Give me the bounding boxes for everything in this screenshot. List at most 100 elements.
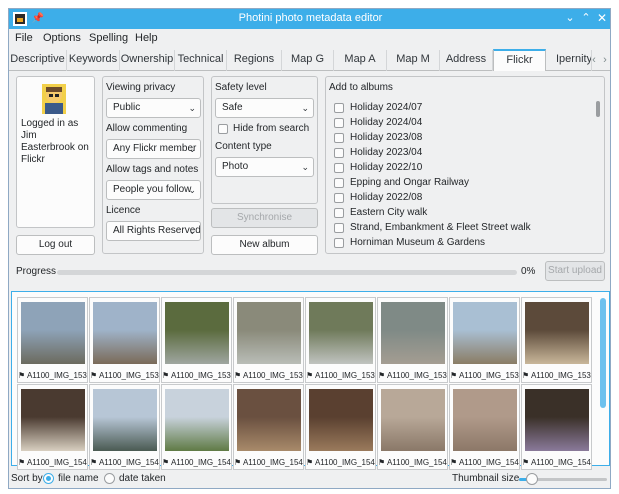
tab-flickr[interactable]: Flickr bbox=[493, 49, 546, 71]
photo-thumbnail bbox=[93, 302, 157, 364]
tab-technical[interactable]: Technical bbox=[175, 50, 227, 71]
thumbnail-item[interactable]: ⚑ A1100_IMG_1544 bbox=[305, 384, 376, 470]
tab-scroll-right-icon[interactable]: › bbox=[600, 52, 610, 68]
album-checkbox[interactable] bbox=[334, 133, 344, 143]
chevron-down-icon: ⌄ bbox=[188, 103, 196, 113]
album-name: Holiday 2024/07 bbox=[350, 102, 423, 113]
hide-from-search-checkbox[interactable] bbox=[218, 124, 228, 134]
logout-button[interactable]: Log out bbox=[16, 235, 95, 255]
tab-address[interactable]: Address bbox=[440, 50, 493, 71]
photo-thumbnail bbox=[165, 389, 229, 451]
login-status: Logged in as Jim Easterbrook on Flickr bbox=[21, 118, 89, 165]
thumbnail-item[interactable]: ⚑ A1100_IMG_1542 bbox=[161, 384, 232, 470]
thumbnail-caption: ⚑ A1100_IMG_1544 bbox=[306, 458, 375, 467]
chevron-down-icon: ⌄ bbox=[301, 103, 309, 113]
album-checkbox[interactable] bbox=[334, 223, 344, 233]
tab-ownership[interactable]: Ownership bbox=[120, 50, 175, 71]
tab-scroll-left-icon[interactable]: ‹ bbox=[589, 52, 599, 68]
thumbnail-item[interactable]: ⚑ A1100_IMG_1546 bbox=[449, 384, 520, 470]
thumbnail-caption: ⚑ A1100_IMG_1545 bbox=[378, 458, 447, 467]
photo-thumbnail bbox=[93, 389, 157, 451]
thumbnail-item[interactable]: ⚑ A1100_IMG_1532 bbox=[17, 297, 88, 383]
menu-bar: File Options Spelling Help bbox=[9, 29, 610, 49]
chevron-down-icon: ⌄ bbox=[188, 226, 196, 236]
album-checkbox[interactable] bbox=[334, 103, 344, 113]
minimize-icon[interactable]: ⌄ bbox=[563, 11, 577, 25]
thumbnail-caption: ⚑ A1100_IMG_1534 bbox=[162, 371, 231, 380]
synchronise-button[interactable]: Synchronise bbox=[211, 208, 318, 228]
content-type-select[interactable]: Photo ⌄ bbox=[215, 157, 314, 177]
thumbnail-caption: ⚑ A1100_IMG_1536 bbox=[306, 371, 375, 380]
tab-keywords[interactable]: Keywords bbox=[67, 50, 120, 71]
album-name: Holiday 2022/10 bbox=[350, 162, 423, 173]
album-name: Eastern City walk bbox=[350, 207, 428, 218]
album-checkbox[interactable] bbox=[334, 238, 344, 248]
thumbnail-item[interactable]: ⚑ A1100_IMG_1547 bbox=[521, 384, 592, 470]
thumbnail-item[interactable]: ⚑ A1100_IMG_1543 bbox=[233, 384, 304, 470]
album-checkbox[interactable] bbox=[334, 178, 344, 188]
thumbnail-caption: ⚑ A1100_IMG_1547 bbox=[522, 458, 591, 467]
albums-panel: Add to albums Holiday 2024/07 Holiday 20… bbox=[325, 76, 605, 254]
thumbnail-item[interactable]: ⚑ A1100_IMG_1539 bbox=[521, 297, 592, 383]
album-checkbox[interactable] bbox=[334, 163, 344, 173]
tab-ipernity[interactable]: Ipernity bbox=[546, 50, 592, 71]
menu-file[interactable]: File bbox=[15, 32, 33, 44]
photo-thumbnail bbox=[453, 302, 517, 364]
thumbnail-item[interactable]: ⚑ A1100_IMG_1534 bbox=[161, 297, 232, 383]
album-checkbox[interactable] bbox=[334, 208, 344, 218]
album-name: Holiday 2023/08 bbox=[350, 132, 423, 143]
maximize-icon[interactable]: ⌃ bbox=[579, 11, 593, 25]
close-icon[interactable]: ✕ bbox=[595, 11, 609, 25]
menu-help[interactable]: Help bbox=[135, 32, 158, 44]
photo-thumbnail bbox=[525, 302, 589, 364]
thumbnail-size-slider[interactable] bbox=[519, 473, 607, 485]
sort-file-name-radio[interactable] bbox=[43, 473, 54, 484]
user-avatar bbox=[39, 83, 69, 115]
album-checkbox[interactable] bbox=[334, 118, 344, 128]
thumbnail-item[interactable]: ⚑ A1100_IMG_1545 bbox=[377, 384, 448, 470]
thumbnail-item[interactable]: ⚑ A1100_IMG_1537 bbox=[377, 297, 448, 383]
thumbnail-caption: ⚑ A1100_IMG_1539 bbox=[522, 371, 591, 380]
photo-thumbnail bbox=[525, 389, 589, 451]
thumbnail-caption: ⚑ A1100_IMG_1532 bbox=[18, 371, 87, 380]
sort-file-name-label: file name bbox=[58, 473, 99, 484]
menu-spelling[interactable]: Spelling bbox=[89, 32, 128, 44]
sort-date-taken-radio[interactable] bbox=[104, 473, 115, 484]
chevron-down-icon: ⌄ bbox=[188, 185, 196, 195]
licence-select[interactable]: All Rights Reserved ⌄ bbox=[106, 221, 201, 241]
sort-date-taken-label: date taken bbox=[119, 473, 166, 484]
thumbnail-item[interactable]: ⚑ A1100_IMG_1533 bbox=[89, 297, 160, 383]
thumbnail-size-handle[interactable] bbox=[526, 473, 539, 485]
thumbnail-item[interactable]: ⚑ A1100_IMG_1538 bbox=[449, 297, 520, 383]
progress-percent: 0% bbox=[521, 266, 536, 277]
sort-by-label: Sort by bbox=[11, 473, 43, 484]
album-checkbox[interactable] bbox=[334, 148, 344, 158]
menu-options[interactable]: Options bbox=[43, 32, 81, 44]
tags-notes-select[interactable]: People you follow ⌄ bbox=[106, 180, 201, 200]
start-upload-button[interactable]: Start upload bbox=[545, 261, 605, 281]
tab-map-a[interactable]: Map A bbox=[334, 50, 387, 71]
privacy-panel: Viewing privacy Public ⌄ Allow commenting… bbox=[102, 76, 204, 254]
album-name: Epping and Ongar Railway bbox=[350, 177, 469, 188]
thumbnail-item[interactable]: ⚑ A1100_IMG_1536 bbox=[305, 297, 376, 383]
safety-level-select[interactable]: Safe ⌄ bbox=[215, 98, 314, 118]
commenting-select[interactable]: Any Flickr member ⌄ bbox=[106, 139, 201, 159]
thumbnail-item[interactable]: ⚑ A1100_IMG_1540 bbox=[17, 384, 88, 470]
photo-thumbnail bbox=[309, 302, 373, 364]
viewing-privacy-select[interactable]: Public ⌄ bbox=[106, 98, 201, 118]
gallery-scrollbar[interactable] bbox=[600, 298, 606, 408]
new-album-button[interactable]: New album bbox=[211, 235, 318, 255]
thumbnail-item[interactable]: ⚑ A1100_IMG_1541 bbox=[89, 384, 160, 470]
album-name: Holiday 2023/04 bbox=[350, 147, 423, 158]
tab-map-m[interactable]: Map M bbox=[387, 50, 440, 71]
album-name: Holiday 2022/08 bbox=[350, 192, 423, 203]
tab-descriptive[interactable]: Descriptive bbox=[9, 50, 67, 71]
title-bar: 📌 Photini photo metadata editor ⌄ ⌃ ✕ bbox=[9, 9, 610, 29]
album-checkbox[interactable] bbox=[334, 193, 344, 203]
thumbnail-item[interactable]: ⚑ A1100_IMG_1535 bbox=[233, 297, 304, 383]
tab-regions[interactable]: Regions bbox=[227, 50, 282, 71]
status-bar: Sort by file name date taken Thumbnail s… bbox=[9, 469, 610, 488]
albums-scrollbar[interactable] bbox=[596, 101, 600, 117]
commenting-label: Allow commenting bbox=[106, 123, 188, 134]
tab-map-g[interactable]: Map G bbox=[282, 50, 334, 71]
